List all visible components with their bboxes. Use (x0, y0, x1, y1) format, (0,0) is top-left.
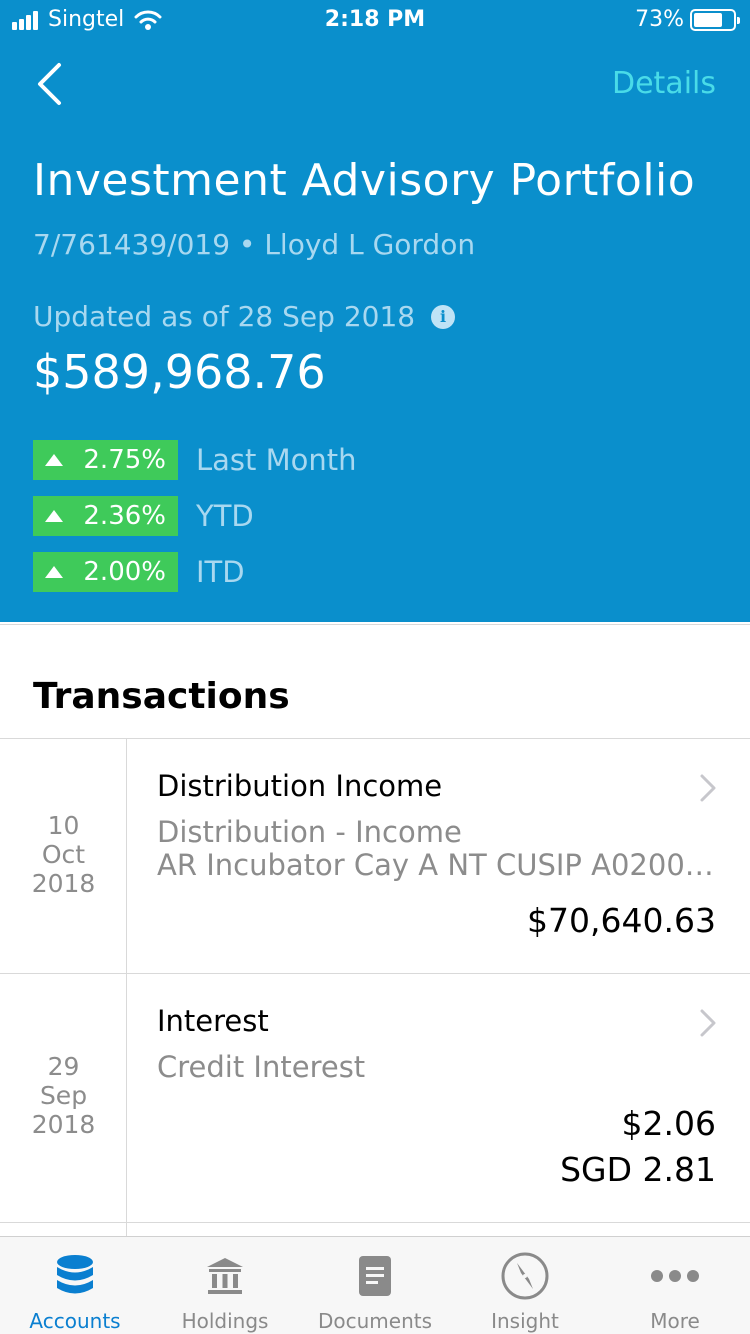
performance-value: 2.36% (83, 501, 166, 531)
tab-label: Insight (491, 1309, 559, 1333)
status-right: 73% (635, 7, 740, 32)
tab-insight[interactable]: Insight (450, 1237, 600, 1334)
performance-row-itd: 2.00% ITD (33, 552, 245, 592)
tab-more[interactable]: More (600, 1237, 750, 1334)
performance-row-ytd: 2.36% YTD (33, 496, 254, 536)
tab-label: Holdings (181, 1309, 269, 1333)
row-separator (0, 1222, 750, 1223)
chevron-right-icon (700, 1009, 716, 1037)
updated-text: Updated as of 28 Sep 2018 (33, 300, 416, 333)
tab-accounts[interactable]: Accounts (0, 1237, 150, 1334)
performance-badge: 2.00% (33, 552, 178, 592)
performance-value: 2.75% (83, 445, 166, 475)
date-month: Oct (41, 840, 86, 869)
transactions-heading: Transactions (33, 676, 290, 717)
date-day: 29 (47, 1052, 80, 1081)
compass-icon (500, 1251, 550, 1301)
battery-percent: 73% (635, 7, 684, 32)
page-title: Investment Advisory Portfolio (33, 155, 696, 206)
arrow-up-icon (45, 510, 63, 522)
date-year: 2018 (31, 869, 96, 898)
transaction-date: 29 Sep 2018 (0, 1052, 127, 1139)
database-icon (50, 1251, 100, 1301)
details-link[interactable]: Details (612, 66, 716, 101)
performance-value: 2.00% (83, 557, 166, 587)
performance-label: ITD (196, 555, 245, 589)
account-header: Singtel 2:18 PM 73% Details Investment A… (0, 0, 750, 622)
battery-icon (690, 8, 740, 31)
account-subtitle: 7/761439/019 • Lloyd L Gordon (33, 228, 476, 261)
row-divider (126, 1223, 127, 1236)
battery-fill (694, 12, 722, 27)
transaction-title: Interest (157, 1004, 269, 1038)
back-button[interactable] (36, 60, 80, 108)
performance-label: Last Month (196, 443, 357, 477)
performance-row-last-month: 2.75% Last Month (33, 440, 357, 480)
bank-icon (200, 1251, 250, 1301)
arrow-up-icon (45, 566, 63, 578)
transaction-title: Distribution Income (157, 769, 443, 803)
transaction-description: Distribution - Income (157, 816, 462, 849)
tab-holdings[interactable]: Holdings (150, 1237, 300, 1334)
transaction-row[interactable]: 29 Sep 2018 Interest Credit Interest $2.… (0, 974, 750, 1222)
performance-label: YTD (196, 499, 254, 533)
arrow-up-icon (45, 454, 63, 466)
transaction-amount-local: SGD 2.81 (560, 1150, 716, 1189)
date-year: 2018 (31, 1110, 96, 1139)
tab-bar: Accounts Holdings Documents Insight More (0, 1236, 750, 1334)
header-divider (0, 624, 750, 625)
transaction-amount: $2.06 (621, 1104, 716, 1143)
tab-label: Accounts (29, 1309, 121, 1333)
transaction-row[interactable]: 10 Oct 2018 Distribution Income Distribu… (0, 739, 750, 973)
transaction-amount: $70,640.63 (527, 901, 716, 940)
chevron-right-icon (700, 774, 716, 802)
chevron-left-icon (38, 63, 61, 105)
document-icon (350, 1251, 400, 1301)
info-icon[interactable]: i (431, 304, 456, 329)
more-dots-icon (650, 1251, 700, 1301)
status-bar: Singtel 2:18 PM 73% (0, 0, 750, 40)
date-day: 10 (47, 811, 80, 840)
transaction-description: Credit Interest (157, 1051, 366, 1084)
tab-documents[interactable]: Documents (300, 1237, 450, 1334)
performance-badge: 2.36% (33, 496, 178, 536)
transaction-date: 10 Oct 2018 (0, 811, 127, 898)
performance-badge: 2.75% (33, 440, 178, 480)
portfolio-total: $589,968.76 (33, 345, 326, 399)
tab-label: More (650, 1309, 700, 1333)
updated-date: Updated as of 28 Sep 2018 i (33, 300, 456, 333)
transaction-description: AR Incubator Cay A NT CUSIP A0200… (157, 849, 714, 882)
date-month: Sep (39, 1081, 88, 1110)
tab-label: Documents (317, 1309, 433, 1333)
